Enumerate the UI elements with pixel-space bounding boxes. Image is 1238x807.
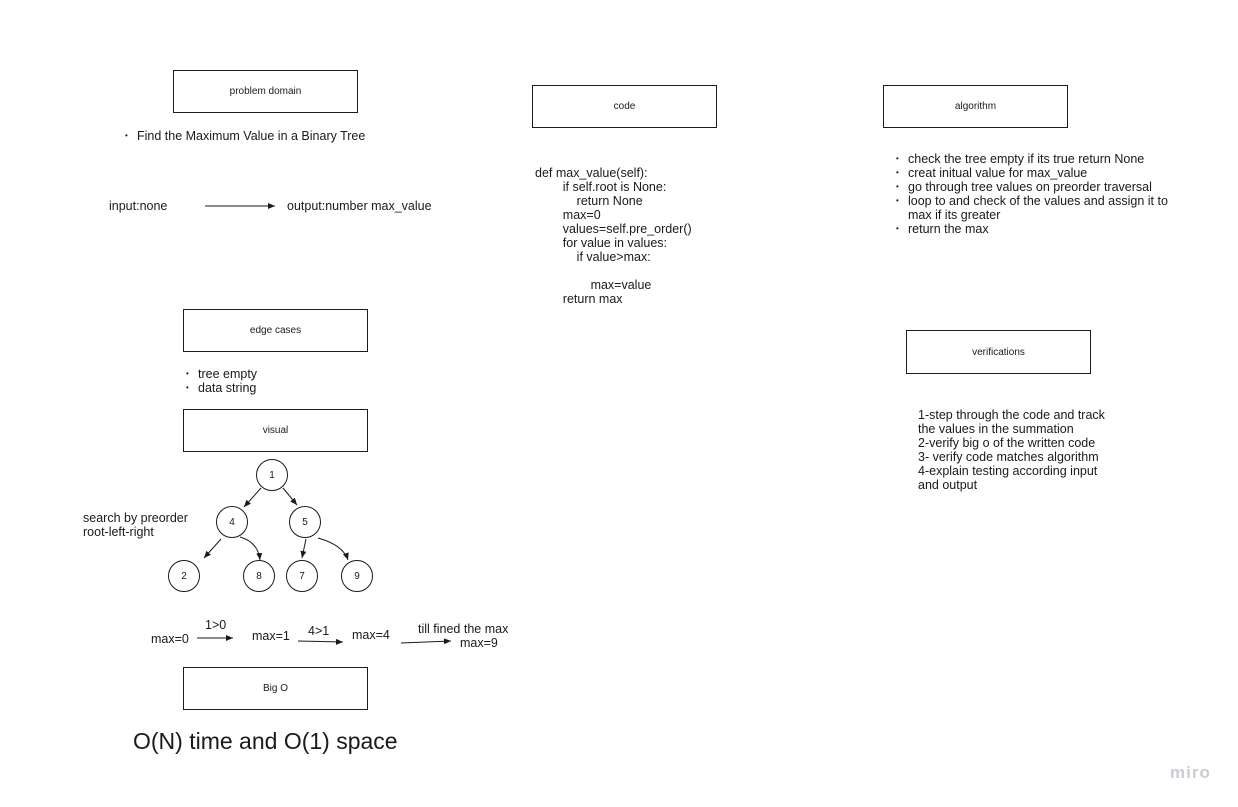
tree-node[interactable]: 5 <box>289 506 321 538</box>
traversal-label-line: root-left-right <box>83 525 154 539</box>
traversal-label-line: search by preorder <box>83 511 188 525</box>
miro-logo: miro <box>1170 763 1211 782</box>
tree-node[interactable]: 8 <box>243 560 275 592</box>
algorithm-step: return the max <box>896 222 1196 236</box>
tree-edge-5-9 <box>317 537 349 561</box>
output-label: output:number max_value <box>287 199 432 213</box>
traversal-label: search by preorder root-left-right <box>83 511 188 539</box>
problem-list: Find the Maximum Value in a Binary Tree <box>125 129 365 143</box>
problem-domain-box[interactable]: problem domain <box>173 70 358 113</box>
step-arrow-3 <box>400 638 452 645</box>
big-o-box[interactable]: Big O <box>183 667 368 710</box>
input-label: input:none <box>109 199 168 213</box>
visual-box[interactable]: visual <box>183 409 368 452</box>
step-arrow-2 <box>297 638 344 645</box>
verifications-box[interactable]: verifications <box>906 330 1091 374</box>
trace-max-4: max=4 <box>352 628 390 642</box>
trace-compare-2: 4>1 <box>308 624 330 638</box>
verification-line: the values in the summation <box>918 422 1074 436</box>
tree-edge-1-4 <box>243 487 262 508</box>
tree-node[interactable]: 7 <box>286 560 318 592</box>
code-block: def max_value(self): if self.root is Non… <box>535 166 692 306</box>
edge-cases-list: tree empty data string <box>186 367 257 395</box>
verifications-text: 1-step through the code and track the va… <box>918 408 1105 492</box>
tree-edge-4-2 <box>203 538 222 559</box>
algorithm-step: go through tree values on preorder trave… <box>896 180 1196 194</box>
tree-edge-5-7 <box>300 538 307 559</box>
verification-line: 3- verify code matches algorithm <box>918 450 1099 464</box>
verification-line: and output <box>918 478 978 492</box>
edge-case-item: data string <box>186 381 257 395</box>
edge-case-item: tree empty <box>186 367 257 381</box>
edge-cases-box[interactable]: edge cases <box>183 309 368 352</box>
tree-edge-1-5 <box>282 487 298 506</box>
verification-line: 4-explain testing according input <box>918 464 1098 478</box>
tree-edge-4-8 <box>239 536 263 561</box>
problem-item: Find the Maximum Value in a Binary Tree <box>125 129 365 143</box>
tree-node[interactable]: 4 <box>216 506 248 538</box>
code-box[interactable]: code <box>532 85 717 128</box>
algorithm-list: check the tree empty if its true return … <box>896 152 1196 236</box>
trace-max-1: max=1 <box>252 629 290 643</box>
tree-node[interactable]: 2 <box>168 560 200 592</box>
algorithm-box[interactable]: algorithm <box>883 85 1068 128</box>
trace-max-0: max=0 <box>151 632 189 646</box>
big-o-text: O(N) time and O(1) space <box>133 728 398 754</box>
algorithm-step: check the tree empty if its true return … <box>896 152 1196 166</box>
verification-line: 2-verify big o of the written code <box>918 436 1096 450</box>
trace-compare-1: 1>0 <box>205 618 227 632</box>
tree-node[interactable]: 1 <box>256 459 288 491</box>
algorithm-step: loop to and check of the values and assi… <box>896 194 1193 222</box>
tree-node[interactable]: 9 <box>341 560 373 592</box>
verification-line: 1-step through the code and track <box>918 408 1105 422</box>
trace-till-label: till fined the max <box>418 622 509 636</box>
algorithm-step: creat initual value for max_value <box>896 166 1196 180</box>
trace-max-9: max=9 <box>460 636 498 650</box>
